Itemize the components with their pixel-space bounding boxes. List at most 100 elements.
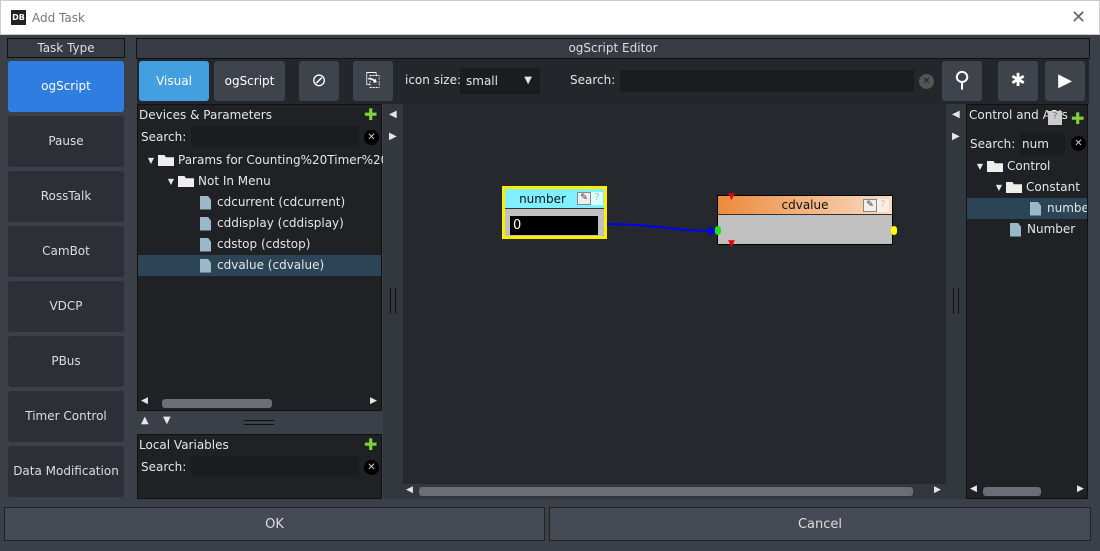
clear-search-icon[interactable]: ✕ xyxy=(364,130,379,145)
tree-row-selected[interactable]: numbe xyxy=(967,198,1088,219)
expand-arrow-icon[interactable]: ▼ xyxy=(164,171,178,192)
edit-pencil-icon[interactable]: ✎ xyxy=(577,192,591,205)
add-plus-icon[interactable]: ✚ xyxy=(364,105,377,124)
document-icon xyxy=(200,258,211,273)
tree-row-selected[interactable]: cdvalue (cdvalue) xyxy=(138,255,381,276)
task-cambot[interactable]: CamBot xyxy=(8,226,124,277)
tree-row[interactable]: cdstop (cdstop) xyxy=(138,234,381,255)
tree-label: cddisplay (cddisplay) xyxy=(217,216,344,230)
search-label: Search: xyxy=(570,73,616,87)
expand-right-icon[interactable]: ▶ xyxy=(952,131,960,142)
local-search-label: Search: xyxy=(141,460,187,474)
folder-icon xyxy=(987,161,1003,172)
icon-size-label: icon size: xyxy=(405,73,462,87)
add-plus-icon[interactable]: ✚ xyxy=(364,435,377,454)
collapse-left-icon[interactable]: ◀ xyxy=(952,109,960,120)
tree-label: Not In Menu xyxy=(198,174,271,188)
clear-search-icon[interactable]: ✕ xyxy=(1071,136,1086,151)
help-icon[interactable]: ? xyxy=(877,199,889,212)
expand-arrow-icon[interactable]: ▼ xyxy=(973,156,987,177)
canvas-horizontal-scrollbar[interactable]: ◀ ▶ xyxy=(403,484,946,499)
drag-grip[interactable] xyxy=(244,420,274,425)
collapse-left-icon[interactable]: ◀ xyxy=(389,109,397,120)
left-collapse-strip: ◀ ▶ xyxy=(383,104,403,499)
flow-in-port[interactable]: ▼ xyxy=(728,192,735,202)
drag-grip[interactable] xyxy=(390,288,396,314)
tree-row[interactable]: ▼ Constant xyxy=(967,177,1087,198)
node-number[interactable]: number ✎ ? 0 xyxy=(502,186,607,239)
output-port[interactable] xyxy=(891,226,897,235)
clear-search-icon[interactable]: ✕ xyxy=(919,74,934,89)
horizontal-scrollbar[interactable]: ◀ ▶ xyxy=(138,396,381,410)
tree-label: Control xyxy=(1007,159,1051,173)
add-plus-icon[interactable]: ✚ xyxy=(1071,109,1084,128)
help-icon[interactable]: ? xyxy=(591,192,603,205)
document-icon xyxy=(200,195,211,210)
task-pause[interactable]: Pause xyxy=(8,116,124,167)
tree-label: cdvalue (cdvalue) xyxy=(217,258,325,272)
flow-out-port[interactable]: ▼ xyxy=(728,239,735,249)
tree-row[interactable]: ▼ Not In Menu xyxy=(138,171,381,192)
clear-search-icon[interactable]: ✕ xyxy=(364,460,379,475)
move-down-icon[interactable]: ▼ xyxy=(163,415,171,426)
tree-label: Constant xyxy=(1026,180,1080,194)
tree-row[interactable]: cddisplay (cddisplay) xyxy=(138,213,381,234)
icon-size-value: small xyxy=(466,74,498,88)
task-ogscript[interactable]: ogScript xyxy=(8,61,124,112)
edit-pencil-icon[interactable]: ✎ xyxy=(863,199,877,212)
task-timer-control[interactable]: Timer Control xyxy=(8,391,124,442)
task-pbus[interactable]: PBus xyxy=(8,336,124,387)
expand-arrow-icon[interactable]: ▼ xyxy=(144,150,158,171)
tree-label: numbe xyxy=(1047,201,1088,215)
tree-row[interactable]: ▼ Control xyxy=(967,156,1087,177)
document-icon xyxy=(200,216,211,231)
panel-splitter[interactable]: ▲ ▼ xyxy=(137,413,382,433)
control-search-input[interactable]: num xyxy=(1020,133,1065,155)
local-search-input[interactable] xyxy=(191,456,359,477)
title-bar: DB Add Task ✕ xyxy=(0,0,1100,35)
document-icon xyxy=(1030,201,1041,216)
tree-label: cdstop (cdstop) xyxy=(217,237,311,251)
icon-size-select[interactable]: small ▼ xyxy=(460,68,540,94)
local-variables-panel: Local Variables ✚ Search: ✕ xyxy=(137,434,382,499)
close-icon[interactable]: ✕ xyxy=(1071,7,1086,28)
tree-label: Number xyxy=(1027,222,1076,236)
devices-search-input[interactable] xyxy=(191,126,359,147)
editor-title: ogScript Editor xyxy=(136,38,1090,59)
folder-icon xyxy=(158,155,174,166)
horizontal-scrollbar[interactable]: ◀ ▶ xyxy=(967,484,1087,498)
debug-bug-icon[interactable]: ✱ xyxy=(998,61,1038,101)
expand-arrow-icon[interactable]: ▼ xyxy=(992,177,1006,198)
tree-row[interactable]: cdcurrent (cdcurrent) xyxy=(138,192,381,213)
expand-right-icon[interactable]: ▶ xyxy=(389,131,397,142)
wire-connection xyxy=(606,223,717,236)
tree-label: cdcurrent (cdcurrent) xyxy=(217,195,346,209)
ok-button[interactable]: OK xyxy=(4,507,545,541)
visual-canvas[interactable]: number ✎ ? 0 cdvalue ✎ ? ▼ ▼ xyxy=(403,104,946,484)
flowchart-icon[interactable]: ⎘ xyxy=(353,61,393,101)
control-search-label: Search: xyxy=(970,137,1016,151)
tree-row[interactable]: ▼ Params for Counting%20Timer%20 xyxy=(138,150,388,171)
visual-tab[interactable]: Visual xyxy=(139,61,209,101)
task-rosstalk[interactable]: RossTalk xyxy=(8,171,124,222)
task-type-header: Task Type xyxy=(7,38,125,58)
search-icon[interactable]: ⚲ xyxy=(942,61,982,101)
window-title: Add Task xyxy=(32,11,85,25)
folder-icon xyxy=(1006,182,1022,193)
help-icon[interactable]: ? xyxy=(1048,111,1062,125)
document-icon xyxy=(1010,222,1021,237)
tree-row[interactable]: Number xyxy=(967,219,1087,240)
ogscript-tab[interactable]: ogScript xyxy=(214,61,285,101)
editor-search-input[interactable] xyxy=(620,70,914,92)
app-logo: DB xyxy=(11,10,26,25)
input-port[interactable] xyxy=(715,226,721,235)
task-vdcp[interactable]: VDCP xyxy=(8,281,124,332)
node-cdvalue[interactable]: cdvalue ✎ ? ▼ ▼ xyxy=(715,192,897,249)
drag-grip[interactable] xyxy=(953,288,959,314)
move-up-icon[interactable]: ▲ xyxy=(141,415,149,426)
cancel-button[interactable]: Cancel xyxy=(549,507,1091,541)
task-data-modification[interactable]: Data Modification xyxy=(8,446,124,497)
run-play-icon[interactable]: ▶ xyxy=(1045,61,1085,101)
number-value-input[interactable]: 0 xyxy=(510,216,598,235)
hide-eye-icon[interactable]: ⊘ xyxy=(299,61,339,101)
